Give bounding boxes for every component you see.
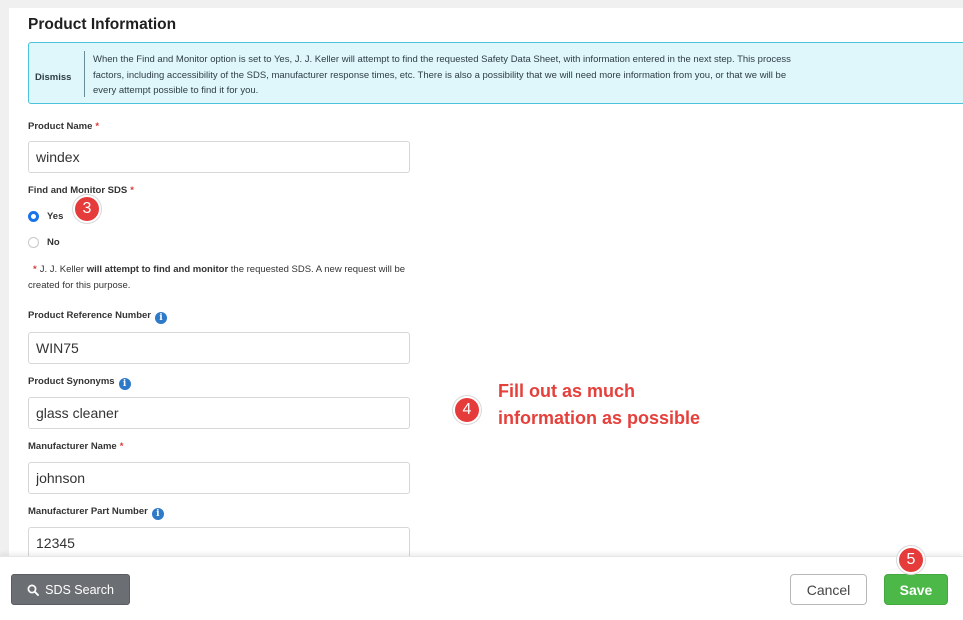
sds-search-label: SDS Search: [45, 582, 114, 597]
notice-text: When the Find and Monitor option is set …: [93, 54, 791, 96]
radio-yes-label[interactable]: Yes: [47, 211, 63, 222]
required-marker: *: [33, 264, 37, 275]
required-marker: *: [95, 121, 100, 132]
manufacturer-name-label: Manufacturer Name *: [28, 441, 124, 452]
manufacturer-part-input[interactable]: [28, 527, 410, 556]
required-marker: *: [119, 441, 124, 452]
sds-search-button[interactable]: SDS Search: [11, 574, 130, 605]
monitor-note: * J. J. Keller will attempt to find and m…: [28, 264, 406, 291]
footer-bar: SDS Search Cancel Save: [0, 556, 963, 620]
radio-no-option[interactable]: No: [28, 235, 60, 249]
find-monitor-notice: Dismiss When the Find and Monitor option…: [28, 42, 963, 104]
product-information-panel: Product Information Dismiss When the Fin…: [9, 8, 963, 556]
search-icon: [27, 584, 40, 596]
cancel-button[interactable]: Cancel: [790, 574, 867, 605]
product-reference-input[interactable]: [28, 332, 410, 364]
product-synonyms-input[interactable]: [28, 397, 410, 429]
radio-no-label[interactable]: No: [47, 237, 60, 248]
step-3-badge: 3: [75, 197, 99, 221]
manufacturer-name-input[interactable]: [28, 462, 410, 494]
step-4-badge: 4: [455, 398, 479, 422]
info-icon[interactable]: i: [155, 312, 168, 324]
product-name-input[interactable]: [28, 141, 410, 173]
radio-yes-option[interactable]: Yes: [28, 209, 63, 223]
notice-divider: [84, 51, 85, 97]
dismiss-link[interactable]: Dismiss: [35, 72, 71, 83]
required-marker: *: [130, 185, 134, 196]
product-reference-label: Product Reference Number i: [28, 310, 168, 324]
step-4-annotation: Fill out as much information as possible: [498, 381, 701, 428]
radio-yes[interactable]: [28, 210, 39, 222]
product-synonyms-label: Product Synonyms i: [28, 376, 131, 390]
radio-no[interactable]: [28, 236, 39, 248]
product-name-label: Product Name *: [28, 121, 100, 132]
info-icon[interactable]: i: [118, 378, 131, 390]
step-5-badge: 5: [899, 548, 923, 572]
page-title: Product Information: [28, 16, 177, 33]
manufacturer-part-label: Manufacturer Part Number i: [28, 506, 164, 520]
find-monitor-label: Find and Monitor SDS *: [28, 185, 134, 196]
save-button[interactable]: Save: [884, 574, 948, 605]
info-icon[interactable]: i: [151, 508, 164, 520]
